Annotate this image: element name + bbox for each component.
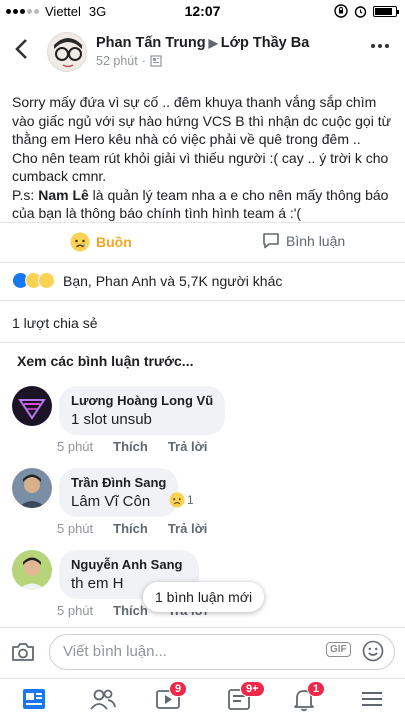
divider [0, 300, 405, 301]
comment-reaction-count: 1 [187, 493, 194, 507]
tab-friends[interactable] [89, 685, 119, 715]
sad-reaction-button[interactable]: Buồn [70, 232, 132, 252]
tab-news-feed[interactable] [20, 685, 50, 715]
comment-button[interactable]: Bình luận [262, 232, 405, 249]
more-options-icon[interactable] [371, 44, 389, 48]
divider [0, 222, 405, 223]
reactions-summary[interactable]: Bạn, Phan Anh và 5,7K người khác [12, 272, 282, 289]
author-name[interactable]: Phan Tấn Trung [96, 35, 206, 51]
post-actions: Buồn Bình luận [0, 228, 405, 258]
reactions-text: Bạn, Phan Anh và 5,7K người khác [63, 272, 283, 289]
comment-icon [263, 233, 279, 249]
comment-composer: Viết bình luận... GIF [0, 627, 405, 677]
post-header: Phan Tấn Trung ▶ Lớp Thầy Ba 52 phút · [0, 30, 405, 80]
comment-time: 5 phút [57, 521, 94, 536]
view-previous-comments[interactable]: Xem các bình luận trước... [17, 353, 193, 369]
battery-icon [373, 5, 399, 17]
commenter-avatar[interactable] [12, 386, 52, 426]
comment-meta: 5 phút Thích Trả lời [57, 439, 207, 454]
comment-bubble[interactable]: Trần Đình Sang Lâm Vĩ Côn [59, 468, 179, 517]
divider [0, 262, 405, 263]
comment-label: Bình luận [286, 232, 346, 249]
comment-meta: 5 phút Thích Trả lời [57, 521, 207, 536]
group-name[interactable]: Lớp Thầy Ba [221, 35, 309, 51]
comment-bubble[interactable]: Lương Hoàng Long Vũ 1 slot unsub [59, 386, 226, 435]
post-time[interactable]: 52 phút [96, 54, 138, 68]
commenter-avatar[interactable] [12, 468, 52, 508]
shares-count[interactable]: 1 lượt chia sẻ [12, 315, 97, 331]
ps-rest: là quản lý team nha a e cho nên mấy thôn… [88, 186, 389, 203]
post-text-line: thằng em Hero kêu nhà có việc phải về qu… [12, 131, 361, 147]
sad-face-icon [169, 492, 185, 508]
menu-icon [362, 692, 382, 706]
watch-badge: 9 [169, 681, 188, 697]
commenter-avatar[interactable] [12, 550, 52, 590]
post-text-line: Sorry mấy đứa vì sự cố .. đêm khuya than… [12, 94, 377, 110]
haha-icon [38, 272, 55, 289]
like-comment-button[interactable]: Thích [113, 521, 148, 536]
new-comment-toast[interactable]: 1 bình luận mới [143, 582, 265, 612]
comment-text: 1 slot unsub [71, 411, 152, 428]
post-body: Sorry mấy đứa vì sự cố .. đêm khuya than… [12, 93, 397, 223]
post-meta: 52 phút · [96, 54, 162, 68]
post-text-line: Cho nên team rút khỏi giải vì thiếu ngườ… [12, 149, 389, 166]
comment-reactions[interactable]: 1 [169, 492, 194, 508]
alarm-icon [354, 5, 367, 18]
emoji-icon[interactable] [362, 640, 384, 667]
post-text-line: vào giấc ngủ với sự hào hứng VCS B thì n… [12, 112, 391, 129]
back-icon[interactable] [14, 38, 28, 63]
tab-notifications[interactable]: 1 [290, 681, 326, 715]
comment-time: 5 phút [57, 603, 94, 618]
ps-prefix: P.s: [12, 186, 39, 203]
tab-menu[interactable] [358, 685, 388, 715]
pages-badge: 9+ [240, 681, 265, 697]
post-title: Phan Tấn Trung ▶ Lớp Thầy Ba [96, 35, 309, 51]
comment-text: Lâm Vĩ Côn [71, 493, 151, 510]
commenter-name[interactable]: Trần Đình Sang [71, 475, 166, 490]
comment-time: 5 phút [57, 439, 94, 454]
group-privacy-icon [150, 55, 162, 67]
news-feed-icon [23, 689, 45, 709]
post-text-line: của bạn là thông báo chính tình hình tea… [12, 205, 302, 221]
arrow-right-icon: ▶ [208, 36, 218, 50]
author-avatar[interactable] [47, 32, 87, 72]
divider [0, 342, 405, 343]
post-ps-line: P.s: Nam Lê là quản lý team nha a e cho … [12, 186, 397, 205]
tab-pages[interactable]: 9+ [225, 681, 265, 715]
reply-button[interactable]: Trả lời [168, 439, 208, 454]
post-text-line: cumback cmnr. [12, 168, 107, 184]
commenter-name[interactable]: Lương Hoàng Long Vũ [71, 393, 213, 408]
tab-watch[interactable]: 9 [154, 681, 188, 715]
reaction-label: Buồn [96, 234, 132, 250]
like-comment-button[interactable]: Thích [113, 439, 148, 454]
notifications-badge: 1 [307, 681, 326, 697]
bottom-tab-bar: 9 9+ 1 [0, 678, 405, 720]
dot-separator: · [141, 54, 146, 68]
reply-button[interactable]: Trả lời [168, 521, 208, 536]
orientation-lock-icon [334, 4, 348, 18]
status-bar: Viettel 3G 12:07 [0, 0, 405, 22]
friends-icon [90, 689, 116, 710]
camera-icon[interactable] [10, 640, 36, 669]
gif-button[interactable]: GIF [326, 642, 351, 657]
mention-link[interactable]: Nam Lê [38, 187, 89, 203]
sad-face-icon [70, 232, 90, 252]
like-comment-button[interactable]: Thích [113, 603, 148, 618]
commenter-name[interactable]: Nguyễn Anh Sang [71, 557, 187, 572]
